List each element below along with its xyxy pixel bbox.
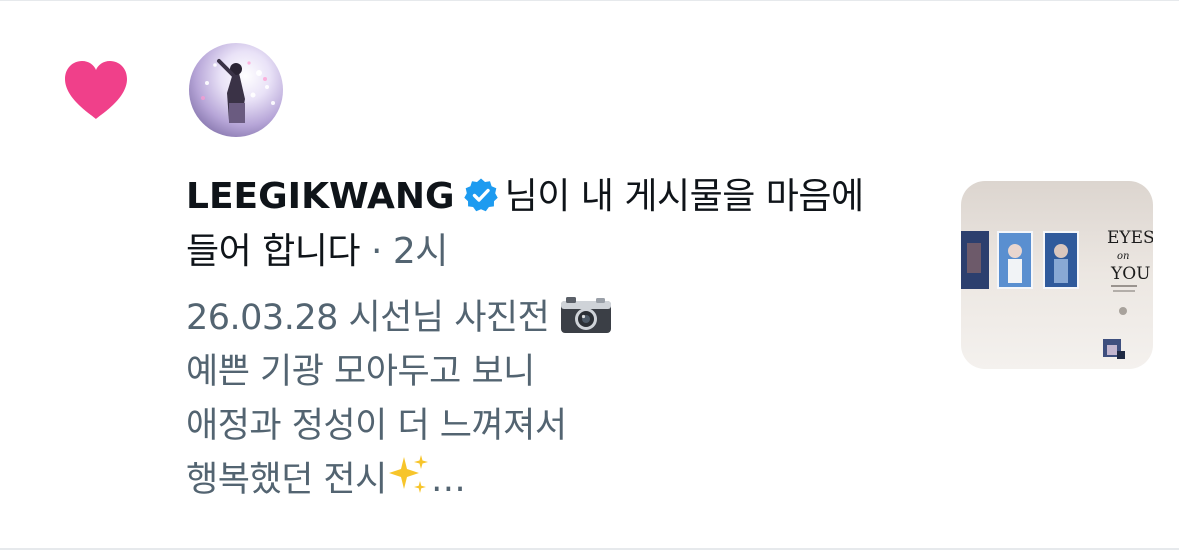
svg-text:EYES: EYES	[1107, 228, 1153, 248]
post-line-2: 예쁜 기광 모아두고 보니	[186, 352, 535, 392]
sparkles-icon	[388, 455, 428, 493]
post-line-3: 애정과 정성이 더 느껴져서	[186, 406, 567, 446]
notification-content: LEEGIKWANG 님이 내 게시물을 마음에 들어 합니다 · 2시 26.…	[186, 169, 906, 507]
heart-icon	[65, 61, 127, 119]
camera-icon	[560, 297, 611, 333]
thumbnail-image: EYES on YOU	[961, 181, 1153, 369]
separator-dot: ·	[371, 231, 382, 272]
post-line-1: 26.03.28 시선님 사진전	[186, 291, 906, 345]
ellipsis: …	[430, 460, 466, 500]
svg-text:on: on	[1117, 251, 1129, 262]
notification-headline: LEEGIKWANG 님이 내 게시물을 마음에 들어 합니다 · 2시	[186, 169, 906, 279]
bottom-divider	[0, 548, 1179, 550]
post-thumbnail[interactable]: EYES on YOU	[961, 181, 1153, 369]
verified-badge-icon	[463, 178, 498, 212]
post-line-4: 행복했던 전시 …	[186, 453, 906, 507]
svg-text:YOU: YOU	[1110, 264, 1151, 284]
post-preview[interactable]: 26.03.28 시선님 사진전 예쁜 기광 모아두고 보니 애정과 정성이 더…	[186, 291, 906, 507]
avatar[interactable]	[189, 43, 283, 137]
username[interactable]: LEEGIKWANG	[186, 176, 455, 217]
avatar-image	[189, 43, 283, 137]
like-notification[interactable]: LEEGIKWANG 님이 내 게시물을 마음에 들어 합니다 · 2시 26.…	[0, 1, 1179, 548]
timestamp[interactable]: 2시	[393, 231, 449, 272]
